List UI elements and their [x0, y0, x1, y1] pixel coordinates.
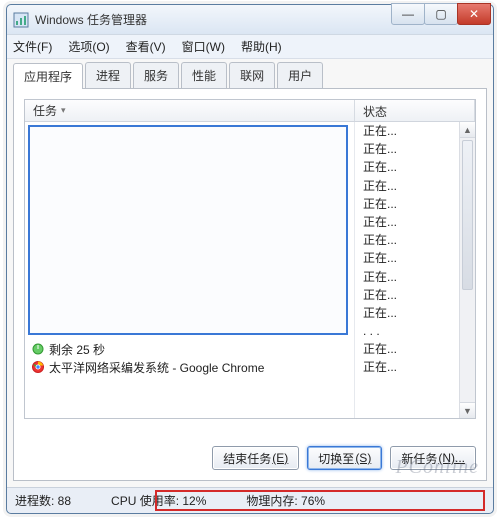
task-row-label: 剩余 25 秒	[49, 341, 105, 358]
task-row-label: 太平洋网络采编发系统 - Google Chrome	[49, 359, 264, 376]
vertical-scrollbar[interactable]: ▲ ▼	[459, 122, 475, 418]
scroll-thumb[interactable]	[462, 140, 473, 290]
tab-strip: 应用程序 进程 服务 性能 联网 用户	[13, 65, 487, 89]
tab-services[interactable]: 服务	[133, 62, 179, 88]
selection-marquee	[28, 125, 348, 335]
task-column-body: 剩余 25 秒 太平洋网络采编发系统 - Google Chrome	[25, 122, 355, 418]
applications-listview[interactable]: 任务 ▾ 状态 剩余 25 秒	[24, 99, 476, 419]
scroll-up-button[interactable]: ▲	[460, 122, 475, 138]
button-hotkey: (S)	[355, 451, 371, 465]
status-cpu: CPU 使用率: 12%	[111, 492, 206, 509]
titlebar[interactable]: Windows 任务管理器 — ▢ ✕	[7, 5, 493, 35]
scroll-down-button[interactable]: ▼	[460, 402, 475, 418]
column-header-status[interactable]: 状态	[355, 100, 475, 121]
tab-users[interactable]: 用户	[277, 62, 323, 88]
tab-processes[interactable]: 进程	[85, 62, 131, 88]
maximize-button[interactable]: ▢	[424, 3, 458, 25]
minimize-button[interactable]: —	[391, 3, 425, 25]
column-header-task[interactable]: 任务 ▾	[25, 100, 355, 121]
button-hotkey: (N)...	[438, 451, 465, 465]
maximize-icon: ▢	[435, 7, 446, 21]
tab-performance[interactable]: 性能	[181, 62, 227, 88]
new-task-button[interactable]: 新任务(N)...	[390, 446, 476, 470]
column-task-label: 任务	[33, 102, 57, 119]
sort-indicator-icon: ▾	[61, 105, 66, 116]
button-label: 切换至	[318, 450, 354, 467]
button-label: 新任务	[401, 450, 437, 467]
menu-help[interactable]: 帮助(H)	[241, 38, 282, 55]
task-manager-window: Windows 任务管理器 — ▢ ✕ 文件(F) 选项(O) 查看(V) 窗口…	[6, 4, 494, 514]
applications-panel: 任务 ▾ 状态 剩余 25 秒	[13, 89, 487, 481]
list-body: 剩余 25 秒 太平洋网络采编发系统 - Google Chrome 正在..	[25, 122, 475, 418]
list-header: 任务 ▾ 状态	[25, 100, 475, 122]
window-controls: — ▢ ✕	[392, 3, 491, 25]
status-bar: 进程数: 88 CPU 使用率: 12% 物理内存: 76%	[7, 487, 493, 513]
menu-window[interactable]: 窗口(W)	[182, 38, 225, 55]
minimize-icon: —	[402, 7, 414, 21]
close-button[interactable]: ✕	[457, 3, 491, 25]
scroll-track[interactable]	[460, 138, 475, 402]
status-column-body: 正在... 正在... 正在... 正在... 正在... 正在... 正在..…	[355, 122, 475, 418]
timer-icon	[31, 342, 45, 356]
button-hotkey: (E)	[272, 451, 288, 465]
menu-bar: 文件(F) 选项(O) 查看(V) 窗口(W) 帮助(H)	[7, 35, 493, 59]
status-memory: 物理内存: 76%	[246, 492, 325, 509]
window-title: Windows 任务管理器	[35, 11, 147, 28]
close-icon: ✕	[469, 7, 479, 21]
chrome-icon	[31, 360, 45, 374]
task-row-timer[interactable]: 剩余 25 秒	[31, 340, 350, 358]
menu-options[interactable]: 选项(O)	[68, 38, 109, 55]
tab-applications[interactable]: 应用程序	[13, 63, 83, 89]
task-manager-icon	[13, 12, 29, 28]
task-row-chrome[interactable]: 太平洋网络采编发系统 - Google Chrome	[31, 358, 350, 376]
menu-view[interactable]: 查看(V)	[126, 38, 166, 55]
client-area: 应用程序 进程 服务 性能 联网 用户 任务 ▾ 状态	[7, 59, 493, 487]
menu-file[interactable]: 文件(F)	[13, 38, 52, 55]
switch-to-button[interactable]: 切换至(S)	[307, 446, 382, 470]
button-label: 结束任务	[223, 450, 271, 467]
tab-networking[interactable]: 联网	[229, 62, 275, 88]
status-processes: 进程数: 88	[15, 492, 71, 509]
button-row: 结束任务(E) 切换至(S) 新任务(N)...	[212, 446, 476, 470]
end-task-button[interactable]: 结束任务(E)	[212, 446, 299, 470]
